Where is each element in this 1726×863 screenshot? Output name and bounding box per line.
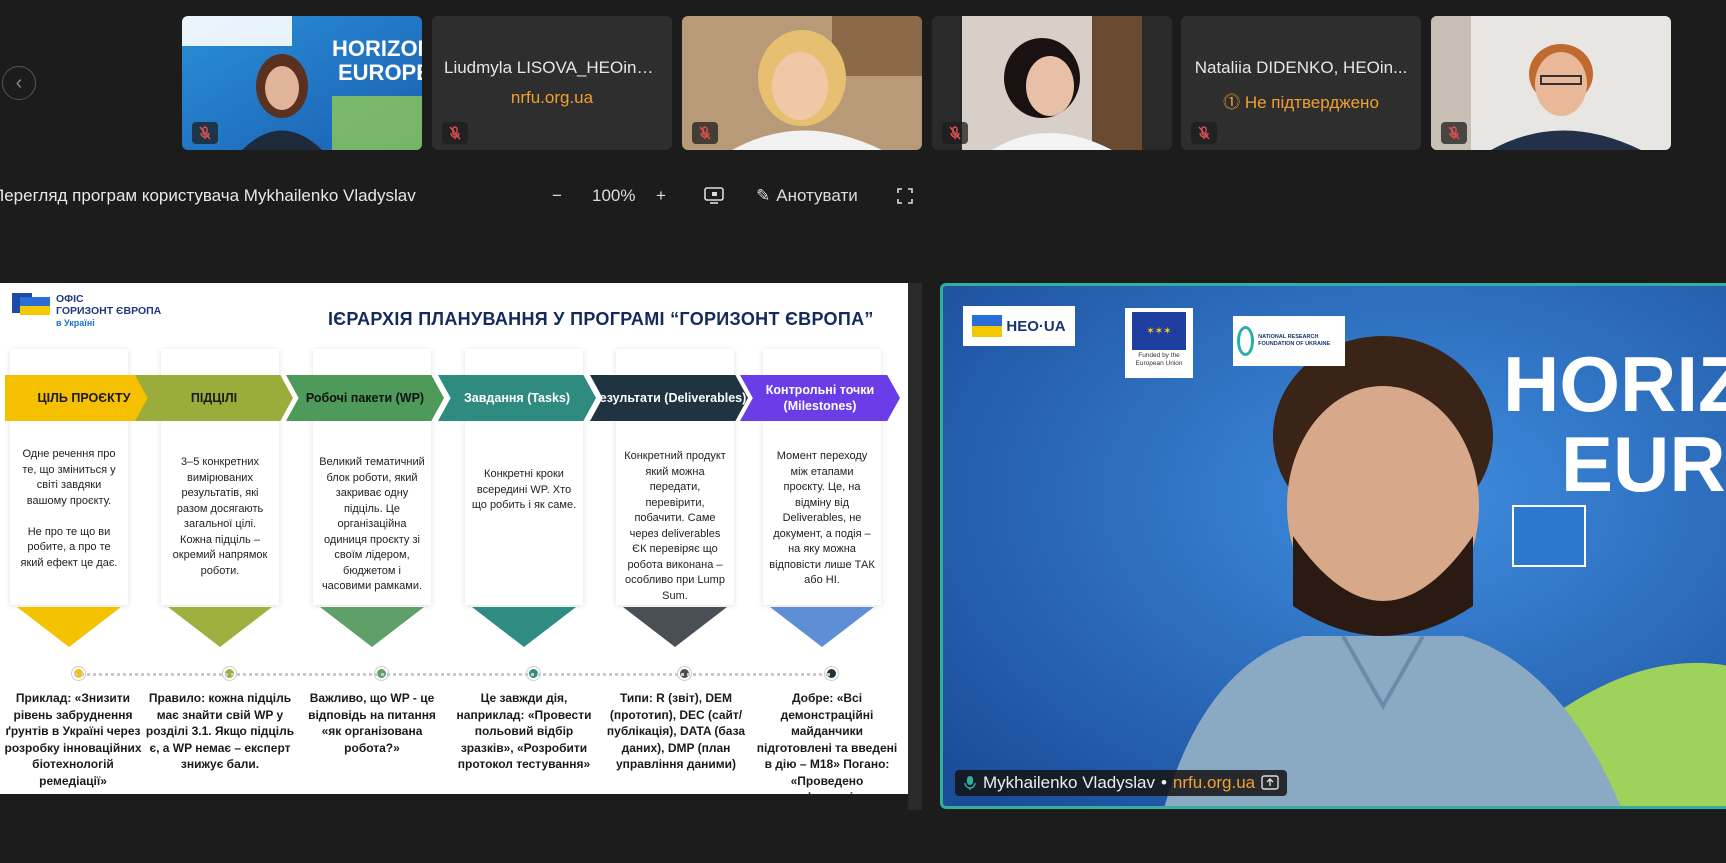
logo-line-2: ГОРИЗОНТ ЄВРОПА bbox=[56, 305, 162, 317]
svg-text:HORIZON: HORIZON bbox=[332, 36, 422, 61]
zoom-level: 100% bbox=[592, 186, 636, 205]
name-separator: • bbox=[1160, 773, 1167, 792]
participant-status: ⓵ Не підтверджено bbox=[1181, 88, 1421, 113]
column-example-text: Приклад: «Знизити рівень забруднення ґру… bbox=[4, 691, 142, 788]
ukraine-eu-flag-icon bbox=[12, 293, 50, 315]
slide-title: ІЄРАРХІЯ ПЛАНУВАННЯ У ПРОГРАМІ “ГОРИЗОНТ… bbox=[328, 309, 874, 329]
participant-tile-6[interactable] bbox=[1431, 16, 1671, 150]
column-description: 3–5 конкретних вимірюваних результатів, … bbox=[172, 456, 268, 577]
muted-mic-icon bbox=[442, 122, 468, 144]
heo-ua-logo: HEO·UA bbox=[963, 306, 1075, 346]
column-example-text: Типи: R (звіт), DEM (прототип), DEC (сай… bbox=[606, 691, 746, 771]
column-chevron bbox=[17, 607, 121, 647]
share-screen-icon[interactable] bbox=[1261, 775, 1279, 791]
speaker-bg-text: HORIZ EURO bbox=[1503, 340, 1726, 428]
svg-text:EUROPE: EUROPE bbox=[338, 60, 422, 85]
column-description: Момент переходу між етапами проєкту. Це,… bbox=[769, 450, 875, 586]
participant-video-4 bbox=[932, 16, 1172, 150]
column-header-arrow: Результати (Deliverables) bbox=[590, 375, 748, 421]
muted-mic-icon bbox=[692, 122, 718, 144]
nrfu-mark-icon bbox=[1237, 326, 1255, 356]
nrfu-text: NATIONAL RESEARCH FOUNDATION OF UKRAINE bbox=[1258, 334, 1331, 347]
column-description: Одне речення про те, що зміниться у світ… bbox=[20, 448, 118, 569]
ukraine-flag-icon bbox=[972, 315, 1003, 337]
share-title: Перегляд програм користувача Mykhailenko… bbox=[0, 186, 416, 205]
speaker-name: Mykhailenko Vladyslav bbox=[983, 773, 1155, 792]
speaker-org: nrfu.org.ua bbox=[1172, 773, 1256, 792]
eu-logo: ✶✶✶ Funded by the European Union bbox=[1125, 308, 1193, 378]
column-chevron bbox=[770, 607, 874, 647]
annotate-button[interactable]: ✎ Анотувати bbox=[756, 182, 858, 210]
active-speaker-video[interactable]: HORIZ EURO EURO HEO·UA ✶✶✶ Funded by the… bbox=[940, 283, 1726, 809]
column-example-text: Це завжди дія, наприклад: «Провести поль… bbox=[456, 691, 592, 771]
column-example-text: Важливо, що WP - це відповідь на питання… bbox=[308, 691, 436, 755]
participant-tile-2[interactable]: Liudmyla LISOVA_HEOinUA nrfu.org.ua bbox=[432, 16, 672, 150]
heo-logo-text: HEO·UA bbox=[1006, 317, 1066, 335]
eu-flag-icon: ✶✶✶ bbox=[1132, 312, 1186, 350]
heo-logo: ОФІС ГОРИЗОНТ ЄВРОПА в Україні bbox=[12, 293, 161, 329]
participant-tile-1[interactable]: HORIZON EUROPE bbox=[182, 16, 422, 150]
muted-mic-icon bbox=[1191, 122, 1217, 144]
column-header-arrow: Завдання (Tasks) bbox=[438, 375, 596, 421]
participant-tile-5[interactable]: Nataliia DIDENKO, HEOin... ⓵ Не підтверд… bbox=[1181, 16, 1421, 150]
participant-video-6 bbox=[1431, 16, 1671, 150]
participant-video-3 bbox=[682, 16, 922, 150]
participant-tile-4[interactable] bbox=[932, 16, 1172, 150]
previous-participants-button[interactable]: ‹ bbox=[2, 66, 36, 100]
participant-org: nrfu.org.ua bbox=[510, 88, 594, 107]
pen-icon: ✎ bbox=[756, 186, 771, 205]
svg-text:EURO: EURO bbox=[1561, 420, 1726, 508]
slide-frame bbox=[908, 283, 922, 810]
column-description: Конкретний продукт який можна передати, … bbox=[624, 450, 726, 602]
zoom-in-button[interactable]: + bbox=[656, 182, 666, 210]
speaker-name-badge: Mykhailenko Vladyslav • nrfu.org.ua bbox=[955, 770, 1288, 796]
muted-mic-icon bbox=[192, 122, 218, 144]
annotate-label: Анотувати bbox=[776, 186, 858, 205]
column-chevron bbox=[168, 607, 272, 647]
participant-video-1: HORIZON EUROPE bbox=[182, 16, 422, 150]
mic-active-icon bbox=[964, 776, 976, 790]
column-example-text: Правило: кожна підціль має знайти свій W… bbox=[145, 691, 295, 771]
participant-tile-3[interactable] bbox=[682, 16, 922, 150]
participant-status-text: Не підтверджено bbox=[1244, 93, 1379, 112]
column-header-arrow: Робочі пакети (WP) bbox=[286, 375, 444, 421]
column-chevron bbox=[623, 607, 727, 647]
timeline-line bbox=[74, 673, 830, 676]
logo-line-3: в Україні bbox=[56, 318, 95, 328]
participant-name: Liudmyla LISOVA_HEOinUA bbox=[444, 58, 661, 77]
column-header-arrow: Контрольні точки (Milestones) bbox=[740, 375, 900, 421]
column-description: Великий тематичний блок роботи, який зак… bbox=[319, 456, 425, 592]
column-example-text: Добре: «Всі демонстраційні майданчики пі… bbox=[756, 691, 898, 794]
screen-options-icon[interactable] bbox=[704, 182, 724, 210]
muted-mic-icon bbox=[1441, 122, 1467, 144]
shared-slide: ОФІС ГОРИЗОНТ ЄВРОПА в Україні ІЄРАРХІЯ … bbox=[0, 283, 908, 794]
logo-line-1: ОФІС bbox=[56, 293, 84, 305]
column-description: Конкретні кроки всередині WP. Хто що роб… bbox=[471, 468, 577, 511]
column-chevron bbox=[472, 607, 576, 647]
warning-icon: ⓵ bbox=[1223, 93, 1245, 112]
eu-funded-text: Funded by the European Union bbox=[1135, 352, 1183, 367]
column-chevron bbox=[320, 607, 424, 647]
nrfu-logo: NATIONAL RESEARCH FOUNDATION OF UKRAINE bbox=[1233, 316, 1345, 366]
muted-mic-icon bbox=[942, 122, 968, 144]
column-header-arrow: ПІДЦІЛІ bbox=[135, 375, 293, 421]
participant-name: Nataliia DIDENKO, HEOin... bbox=[1194, 58, 1408, 77]
fullscreen-icon[interactable] bbox=[896, 182, 914, 210]
video-call-window: ‹ HORIZON EUROPE Liudmyla LISOVA_HEOinUA… bbox=[0, 0, 1726, 863]
zoom-out-button[interactable]: − bbox=[552, 182, 562, 210]
